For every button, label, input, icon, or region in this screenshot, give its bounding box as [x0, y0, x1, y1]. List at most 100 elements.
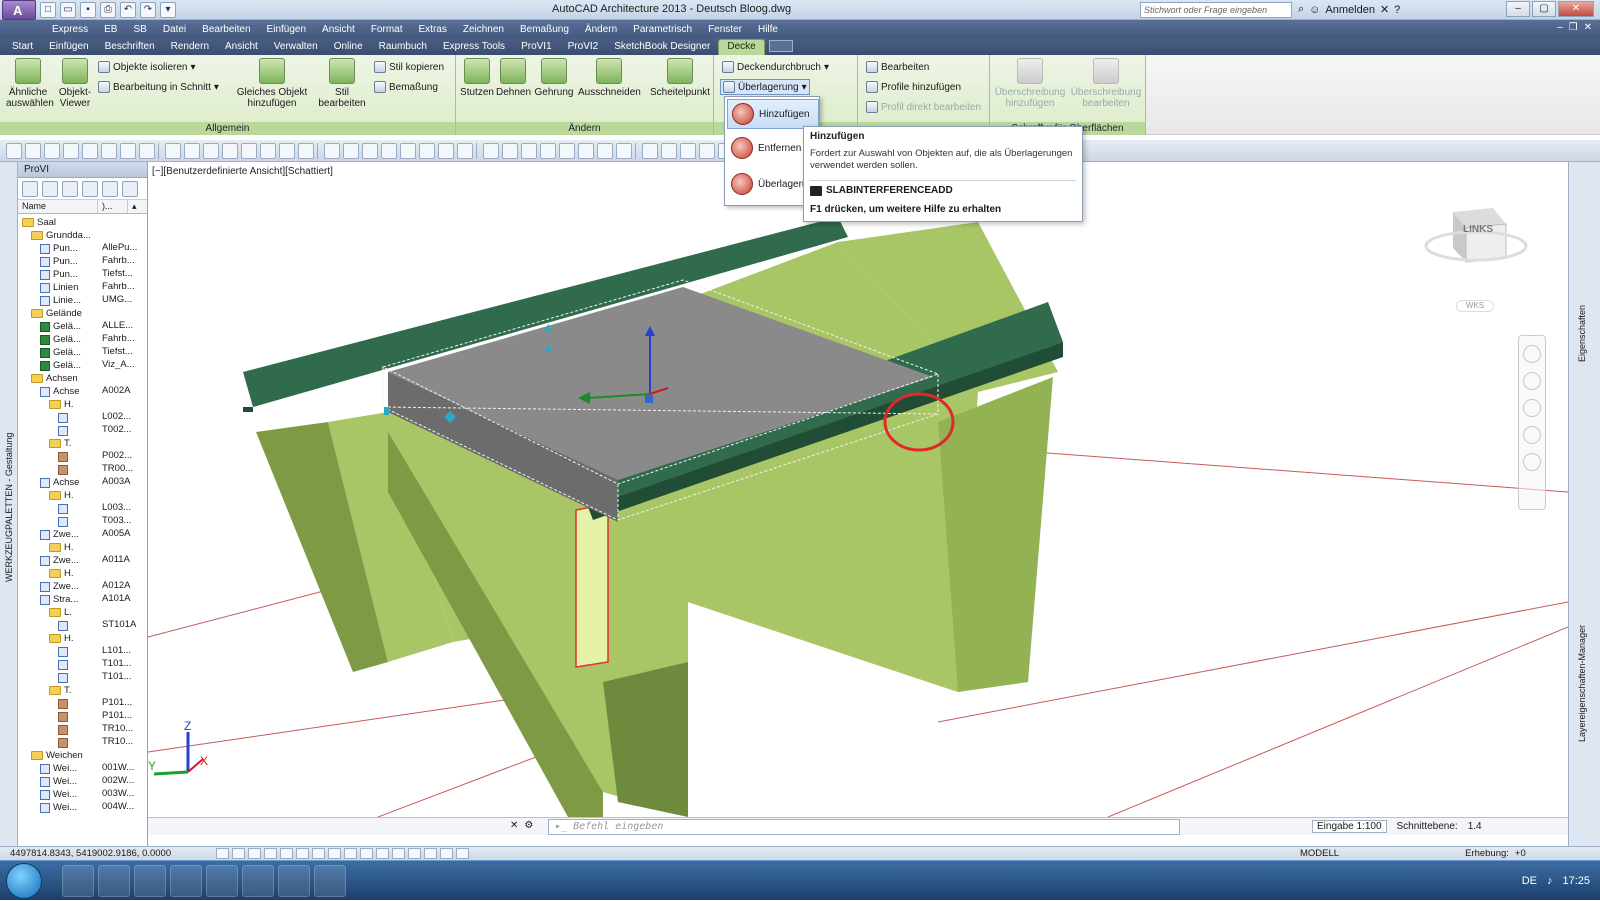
toolbar-tool-icon[interactable]: [400, 143, 416, 159]
tree-row[interactable]: Achsen: [31, 372, 78, 385]
tab-0[interactable]: Start: [4, 40, 41, 55]
profile-hinzufuegen-button[interactable]: Profile hinzufügen: [866, 81, 961, 93]
drafting-toggle-icon[interactable]: [312, 848, 325, 859]
objekt-viewer-button[interactable]: Objekt- Viewer: [56, 58, 94, 109]
tree-row[interactable]: Achse: [40, 476, 79, 489]
menu-13[interactable]: Fenster: [700, 24, 750, 35]
application-menu-button[interactable]: A: [2, 0, 36, 20]
menu-4[interactable]: Bearbeiten: [194, 24, 258, 35]
properties-tab[interactable]: Eigenschaften: [1577, 305, 1587, 362]
elevation-value[interactable]: +0: [1515, 848, 1526, 859]
menu-8[interactable]: Extras: [411, 24, 455, 35]
tools-icon[interactable]: [82, 181, 98, 197]
help-icon[interactable]: ?: [1394, 4, 1400, 16]
drafting-toggle-icon[interactable]: [232, 848, 245, 859]
toolbar-tool-icon[interactable]: [680, 143, 696, 159]
menu-11[interactable]: Ändern: [577, 24, 625, 35]
menu-10[interactable]: Bemaßung: [512, 24, 577, 35]
toolbar-tool-icon[interactable]: [521, 143, 537, 159]
app-icon[interactable]: [134, 865, 166, 897]
drafting-toggle-icon[interactable]: [424, 848, 437, 859]
pdf-icon[interactable]: [278, 865, 310, 897]
drafting-toggle-icon[interactable]: [248, 848, 261, 859]
tree-row[interactable]: [58, 697, 71, 710]
wrench-icon[interactable]: ⚙: [524, 820, 533, 831]
steering-wheel-icon[interactable]: [1523, 345, 1541, 363]
wcs-menu[interactable]: WKS: [1456, 300, 1494, 312]
toolbar-tool-icon[interactable]: [419, 143, 435, 159]
app-icon[interactable]: [242, 865, 274, 897]
viewport-label[interactable]: [−][Benutzerdefinierte Ansicht][Schattie…: [152, 166, 333, 177]
help-icon[interactable]: [122, 181, 138, 197]
toolbar-tool-icon[interactable]: [82, 143, 98, 159]
bearbeitung-schnitt-button[interactable]: Bearbeitung in Schnitt ▾: [98, 81, 219, 93]
close-button[interactable]: ✕: [1558, 1, 1594, 17]
tab-11[interactable]: SketchBook Designer: [606, 40, 718, 55]
more-icon[interactable]: ▾: [160, 2, 176, 18]
binoculars-icon[interactable]: ⌕: [1298, 3, 1304, 16]
tree-row[interactable]: H.: [49, 632, 74, 645]
annotation-scale-select[interactable]: Eingabe 1:100: [1312, 820, 1387, 833]
tree-row[interactable]: Linie...: [40, 294, 81, 307]
minimize-button[interactable]: –: [1506, 1, 1530, 17]
tab-3[interactable]: Rendern: [163, 40, 217, 55]
tree-row[interactable]: H.: [49, 541, 74, 554]
toolbar-tool-icon[interactable]: [597, 143, 613, 159]
toolbar-tool-icon[interactable]: [184, 143, 200, 159]
menu-6[interactable]: Ansicht: [314, 24, 363, 35]
tree-row[interactable]: T.: [49, 437, 71, 450]
start-button[interactable]: [6, 863, 42, 899]
tree-row[interactable]: Zwe...: [40, 554, 79, 567]
layer-manager-tab[interactable]: Layereigenschaften-Manager: [1577, 625, 1587, 742]
close-icon[interactable]: ✕: [510, 820, 518, 831]
tree-row[interactable]: Wei...: [40, 801, 77, 814]
doc-restore-button[interactable]: ❐: [1569, 22, 1578, 33]
tree-row[interactable]: Gelä...: [40, 346, 81, 359]
chrome-icon[interactable]: [98, 865, 130, 897]
toolbar-tool-icon[interactable]: [616, 143, 632, 159]
toolbar-tool-icon[interactable]: [260, 143, 276, 159]
tree-row[interactable]: Gelä...: [40, 359, 81, 372]
drafting-toggle-icon[interactable]: [392, 848, 405, 859]
drafting-toggle-icon[interactable]: [280, 848, 293, 859]
clock[interactable]: 17:25: [1562, 875, 1590, 887]
explorer-icon[interactable]: [62, 865, 94, 897]
tree-row[interactable]: [58, 463, 71, 476]
tree-row[interactable]: H.: [49, 398, 74, 411]
new-icon[interactable]: □: [40, 2, 56, 18]
toolbar-tool-icon[interactable]: [438, 143, 454, 159]
menu-7[interactable]: Format: [363, 24, 411, 35]
tree-row[interactable]: Gelände: [31, 307, 82, 320]
redo-icon[interactable]: ↷: [140, 2, 156, 18]
zoom-icon[interactable]: [1523, 399, 1541, 417]
tree-row[interactable]: [58, 723, 71, 736]
drafting-toggle-icon[interactable]: [216, 848, 229, 859]
drafting-toggle-icon[interactable]: [408, 848, 421, 859]
viewcube[interactable]: [1424, 208, 1528, 263]
outlook-icon[interactable]: [170, 865, 202, 897]
tree-row[interactable]: T.: [49, 684, 71, 697]
stil-bearbeiten-button[interactable]: Stil bearbeiten: [318, 58, 366, 109]
menu-5[interactable]: Einfügen: [259, 24, 314, 35]
tree-row[interactable]: Achse: [40, 385, 79, 398]
tree-row[interactable]: Gelä...: [40, 320, 81, 333]
column-name[interactable]: Name: [18, 200, 98, 213]
menu-2[interactable]: SB: [125, 24, 154, 35]
tab-1[interactable]: Einfügen: [41, 40, 96, 55]
drafting-toggle-icon[interactable]: [360, 848, 373, 859]
ausschneiden-button[interactable]: Ausschneiden: [578, 58, 641, 98]
tree-row[interactable]: [58, 658, 71, 671]
stil-kopieren-button[interactable]: Stil kopieren: [374, 61, 444, 73]
toolbar-tool-icon[interactable]: [279, 143, 295, 159]
sort-icon[interactable]: ▴: [128, 200, 142, 213]
tree-row[interactable]: Pun...: [40, 268, 78, 281]
tree-row[interactable]: [58, 736, 71, 749]
menu-9[interactable]: Zeichnen: [455, 24, 512, 35]
tree-row[interactable]: Zwe...: [40, 580, 79, 593]
tree-row[interactable]: Weichen: [31, 749, 83, 762]
toolbar-tool-icon[interactable]: [120, 143, 136, 159]
bemassung-button[interactable]: Bemaßung: [374, 81, 438, 93]
tree-row[interactable]: [58, 645, 71, 658]
doc-close-button[interactable]: ✕: [1584, 22, 1592, 33]
menu-0[interactable]: Express: [44, 24, 96, 35]
